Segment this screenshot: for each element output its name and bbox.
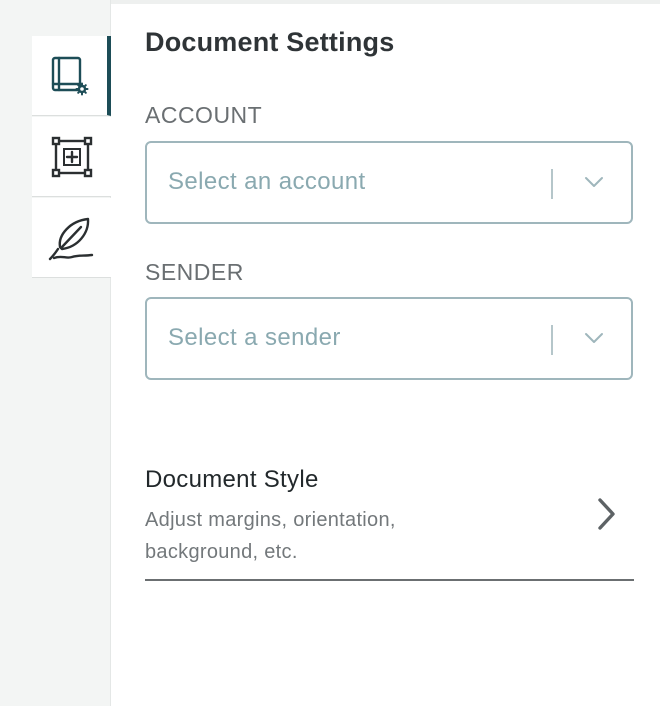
document-style-row[interactable]: Document Style Adjust margins, orientati… <box>145 462 634 581</box>
sender-select[interactable]: Select a sender <box>145 297 633 380</box>
tab-document-settings[interactable] <box>32 36 111 116</box>
account-label: ACCOUNT <box>145 102 263 128</box>
select-divider <box>551 169 553 199</box>
tab-signature[interactable] <box>32 198 111 278</box>
document-settings-icon <box>50 56 90 96</box>
document-style-title: Document Style <box>145 466 319 493</box>
document-style-description: Adjust margins, orientation, background,… <box>145 509 396 563</box>
add-field-icon <box>51 136 93 178</box>
chevron-right-icon[interactable] <box>595 496 619 537</box>
top-border <box>111 0 660 4</box>
sender-label: SENDER <box>145 259 244 285</box>
chevron-down-icon[interactable] <box>583 175 605 194</box>
chevron-down-icon[interactable] <box>583 331 605 350</box>
sender-select-placeholder: Select a sender <box>168 324 341 351</box>
side-tab-rail <box>0 0 111 706</box>
account-select[interactable]: Select an account <box>145 141 633 224</box>
page-title: Document Settings <box>145 27 395 57</box>
tab-add-field[interactable] <box>32 117 111 197</box>
select-divider <box>551 325 553 355</box>
signature-feather-icon <box>48 215 96 261</box>
account-select-placeholder: Select an account <box>168 168 366 195</box>
